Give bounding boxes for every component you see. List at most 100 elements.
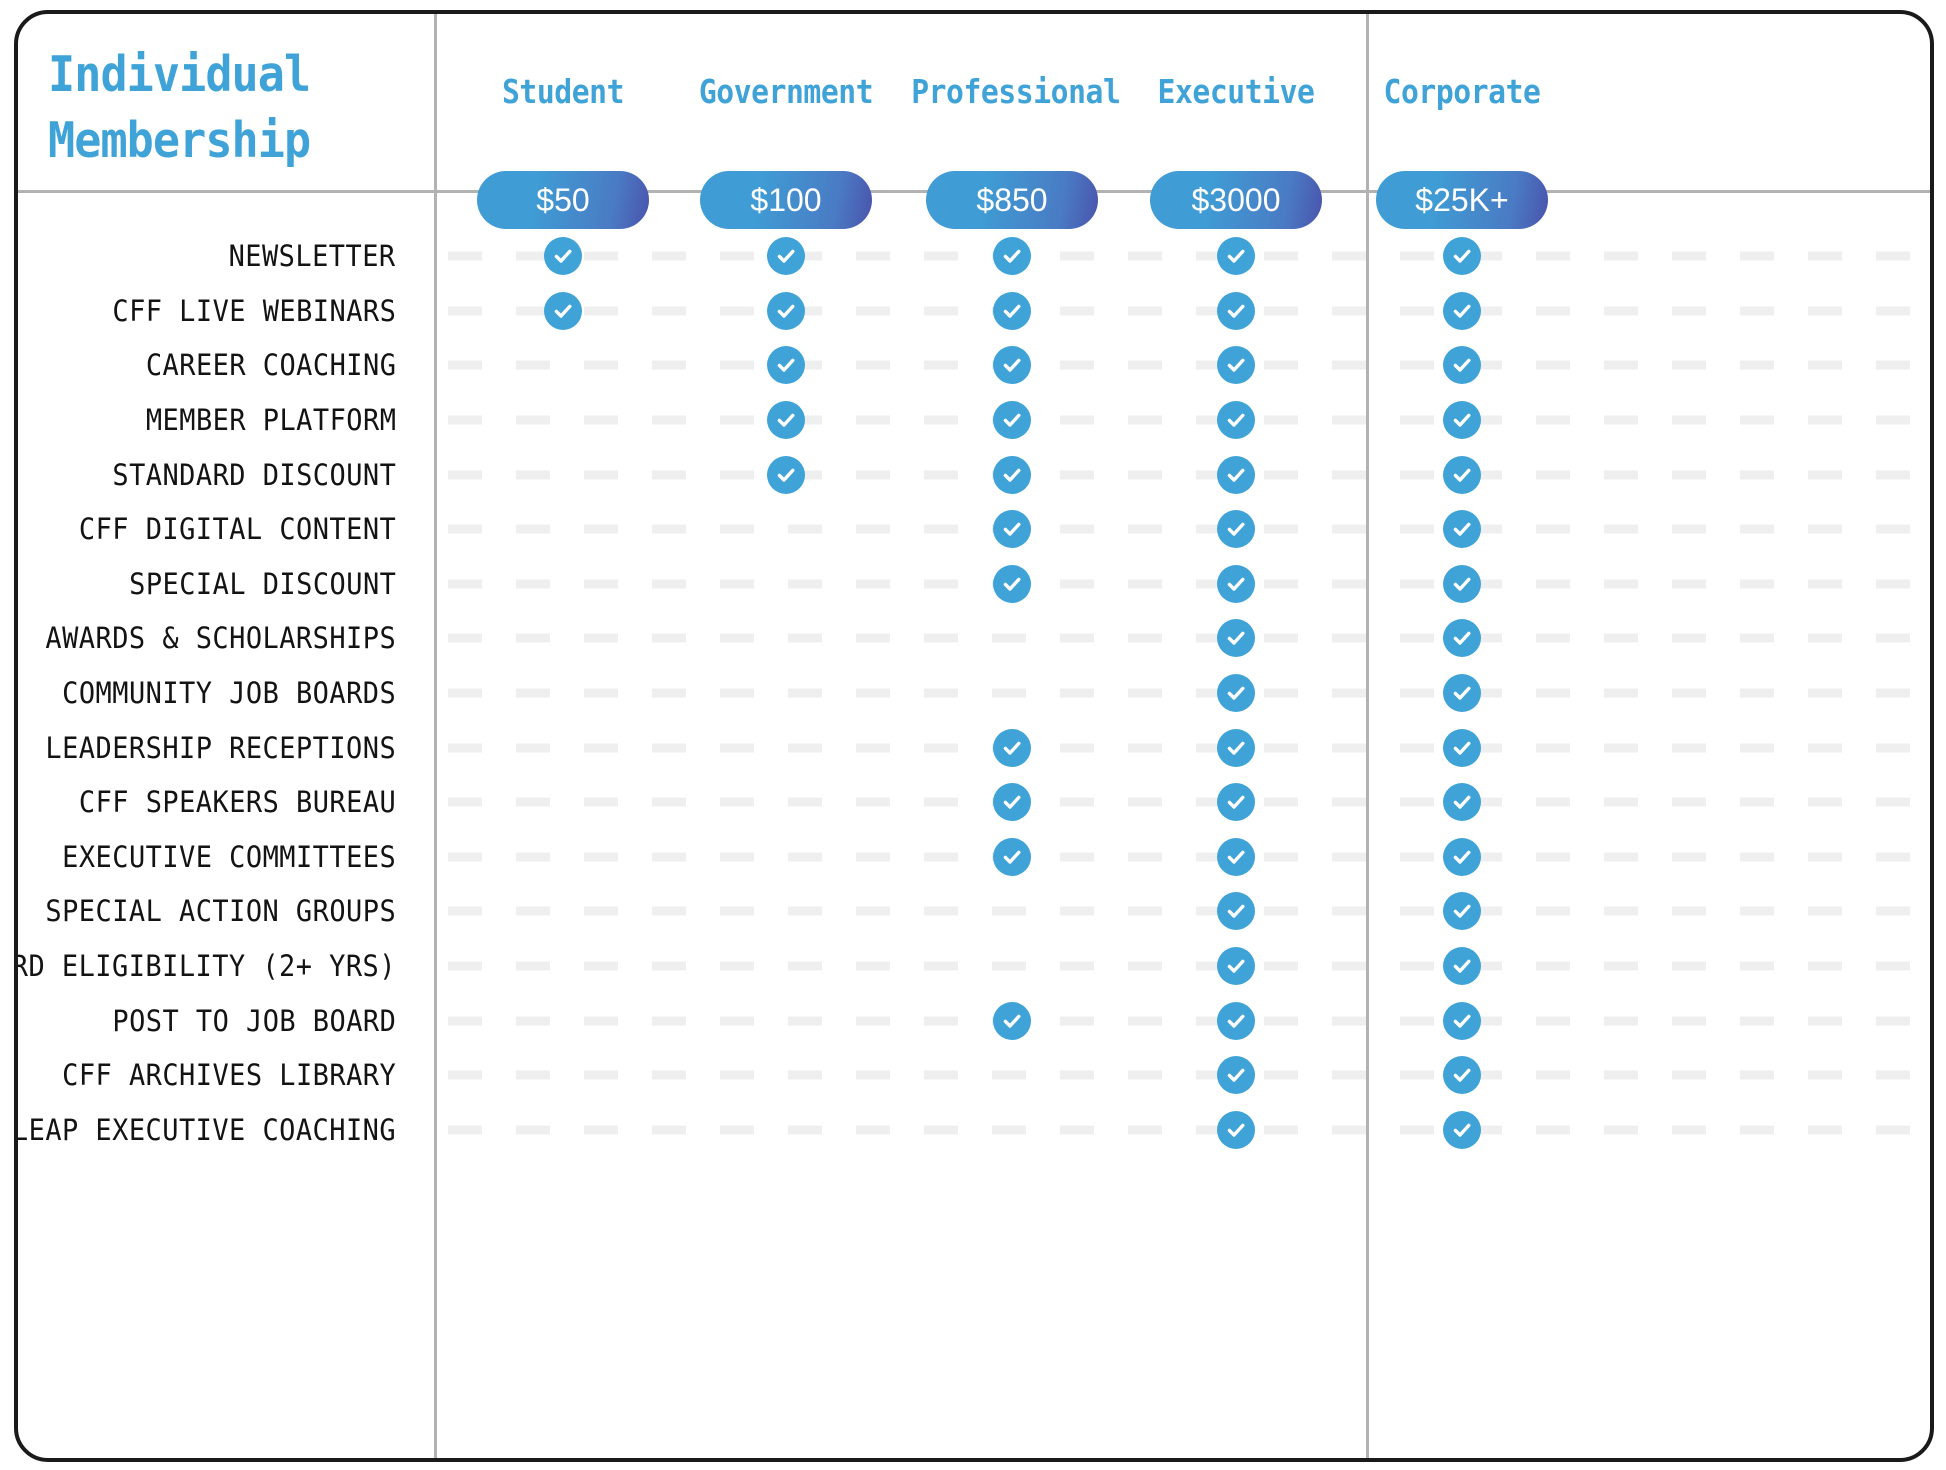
check-circle-icon [1217,674,1255,713]
row-dash-guide [448,633,1912,643]
feature-row: EXECUTIVE COMMITTEES [18,830,1930,885]
plan-name: Government [698,72,874,111]
plan-column-header-executive: Executive $3000 [1124,14,1348,229]
check-circle-icon [993,1001,1031,1040]
feature-label: CFF ARCHIVES LIBRARY [61,1058,396,1093]
check-circle-icon [993,783,1031,822]
row-dash-guide [448,415,1912,425]
feature-label: CFF LIVE WEBINARS [112,293,396,328]
row-dash-guide [448,1125,1912,1135]
plan-price-pill[interactable]: $50 [477,171,649,229]
check-circle-icon [1443,947,1481,986]
plan-name: Professional [911,72,1121,111]
plan-column-header-corporate: Corporate $25K+ [1350,14,1574,229]
check-circle-icon [1217,455,1255,494]
check-circle-icon [1217,947,1255,986]
feature-label: SPECIAL ACTION GROUPS [45,894,396,929]
check-circle-icon [1217,1110,1255,1149]
check-circle-icon [1217,346,1255,385]
feature-label: NEWSLETTER [228,239,396,274]
check-circle-icon [1217,783,1255,822]
check-circle-icon [1443,1110,1481,1149]
check-circle-icon [1443,401,1481,440]
check-circle-icon [767,401,805,440]
feature-label: LEADERSHIP RECEPTIONS [45,730,396,765]
plan-column-header-student: Student $50 [451,14,675,229]
row-dash-guide [448,743,1912,753]
plan-name: Executive [1157,72,1315,111]
row-dash-guide [448,524,1912,534]
check-circle-icon [1217,837,1255,876]
check-circle-icon [1443,1001,1481,1040]
check-circle-icon [1217,1056,1255,1095]
check-circle-icon [767,291,805,330]
plan-name: Corporate [1383,72,1541,111]
plan-price-pill[interactable]: $850 [926,171,1098,229]
feature-row: BOARD ELIGIBILITY (2+ YRS) [18,939,1930,994]
check-circle-icon [544,291,582,330]
page-title-line-1: Individual [48,46,311,103]
row-dash-guide [448,579,1912,589]
feature-row: CFF LIVE WEBINARS [18,284,1930,339]
feature-row: COMMUNITY JOB BOARDS [18,666,1930,721]
check-circle-icon [767,237,805,276]
check-circle-icon [1217,892,1255,931]
check-circle-icon [1443,1056,1481,1095]
feature-label: SPECIAL DISCOUNT [128,566,396,601]
feature-label: LEAP EXECUTIVE COACHING [14,1112,396,1147]
feature-rows: NEWSLETTER CFF LIVE WEBINARS CAREER COACHI… [18,229,1930,1458]
check-circle-icon [767,455,805,494]
check-circle-icon [1443,892,1481,931]
feature-row: CFF DIGITAL CONTENT [18,502,1930,557]
check-circle-icon [1217,237,1255,276]
check-circle-icon [993,510,1031,549]
feature-label: CFF DIGITAL CONTENT [78,512,396,547]
feature-row: CFF ARCHIVES LIBRARY [18,1048,1930,1103]
feature-row: CAREER COACHING [18,338,1930,393]
check-circle-icon [993,346,1031,385]
check-circle-icon [1443,510,1481,549]
feature-row: SPECIAL ACTION GROUPS [18,884,1930,939]
row-dash-guide [448,688,1912,698]
plan-header-row: Student $50 Government $100 Professional $850… [434,14,1930,229]
feature-row: MEMBER PLATFORM [18,393,1930,448]
feature-row: AWARDS & SCHOLARSHIPS [18,611,1930,666]
check-circle-icon [1443,237,1481,276]
check-circle-icon [993,291,1031,330]
plan-price-pill[interactable]: $3000 [1150,171,1322,229]
feature-label: AWARDS & SCHOLARSHIPS [45,621,396,656]
plan-price-pill[interactable]: $100 [700,171,872,229]
check-circle-icon [544,237,582,276]
feature-label: POST TO JOB BOARD [112,1003,396,1038]
check-circle-icon [1217,728,1255,767]
check-circle-icon [1443,455,1481,494]
check-circle-icon [993,401,1031,440]
feature-label: BOARD ELIGIBILITY (2+ YRS) [14,949,396,984]
check-circle-icon [1217,1001,1255,1040]
check-circle-icon [1217,510,1255,549]
page-title-line-2: Membership [48,112,311,169]
feature-label: MEMBER PLATFORM [145,403,396,438]
check-circle-icon [1443,728,1481,767]
plan-column-header-professional: Professional $850 [900,14,1124,229]
row-dash-guide [448,251,1912,261]
check-circle-icon [993,455,1031,494]
row-dash-guide [448,1016,1912,1026]
check-circle-icon [767,346,805,385]
check-circle-icon [1443,619,1481,658]
check-circle-icon [1443,837,1481,876]
check-circle-icon [1217,564,1255,603]
feature-row: POST TO JOB BOARD [18,993,1930,1048]
check-circle-icon [1443,291,1481,330]
check-circle-icon [1443,783,1481,822]
row-dash-guide [448,906,1912,916]
check-circle-icon [993,564,1031,603]
feature-label: COMMUNITY JOB BOARDS [61,676,396,711]
check-circle-icon [1217,401,1255,440]
plan-price-pill[interactable]: $25K+ [1376,171,1548,229]
feature-label: CFF SPEAKERS BUREAU [78,785,396,820]
row-dash-guide [448,306,1912,316]
feature-label: EXECUTIVE COMMITTEES [61,839,396,874]
check-circle-icon [1217,291,1255,330]
check-circle-icon [993,237,1031,276]
